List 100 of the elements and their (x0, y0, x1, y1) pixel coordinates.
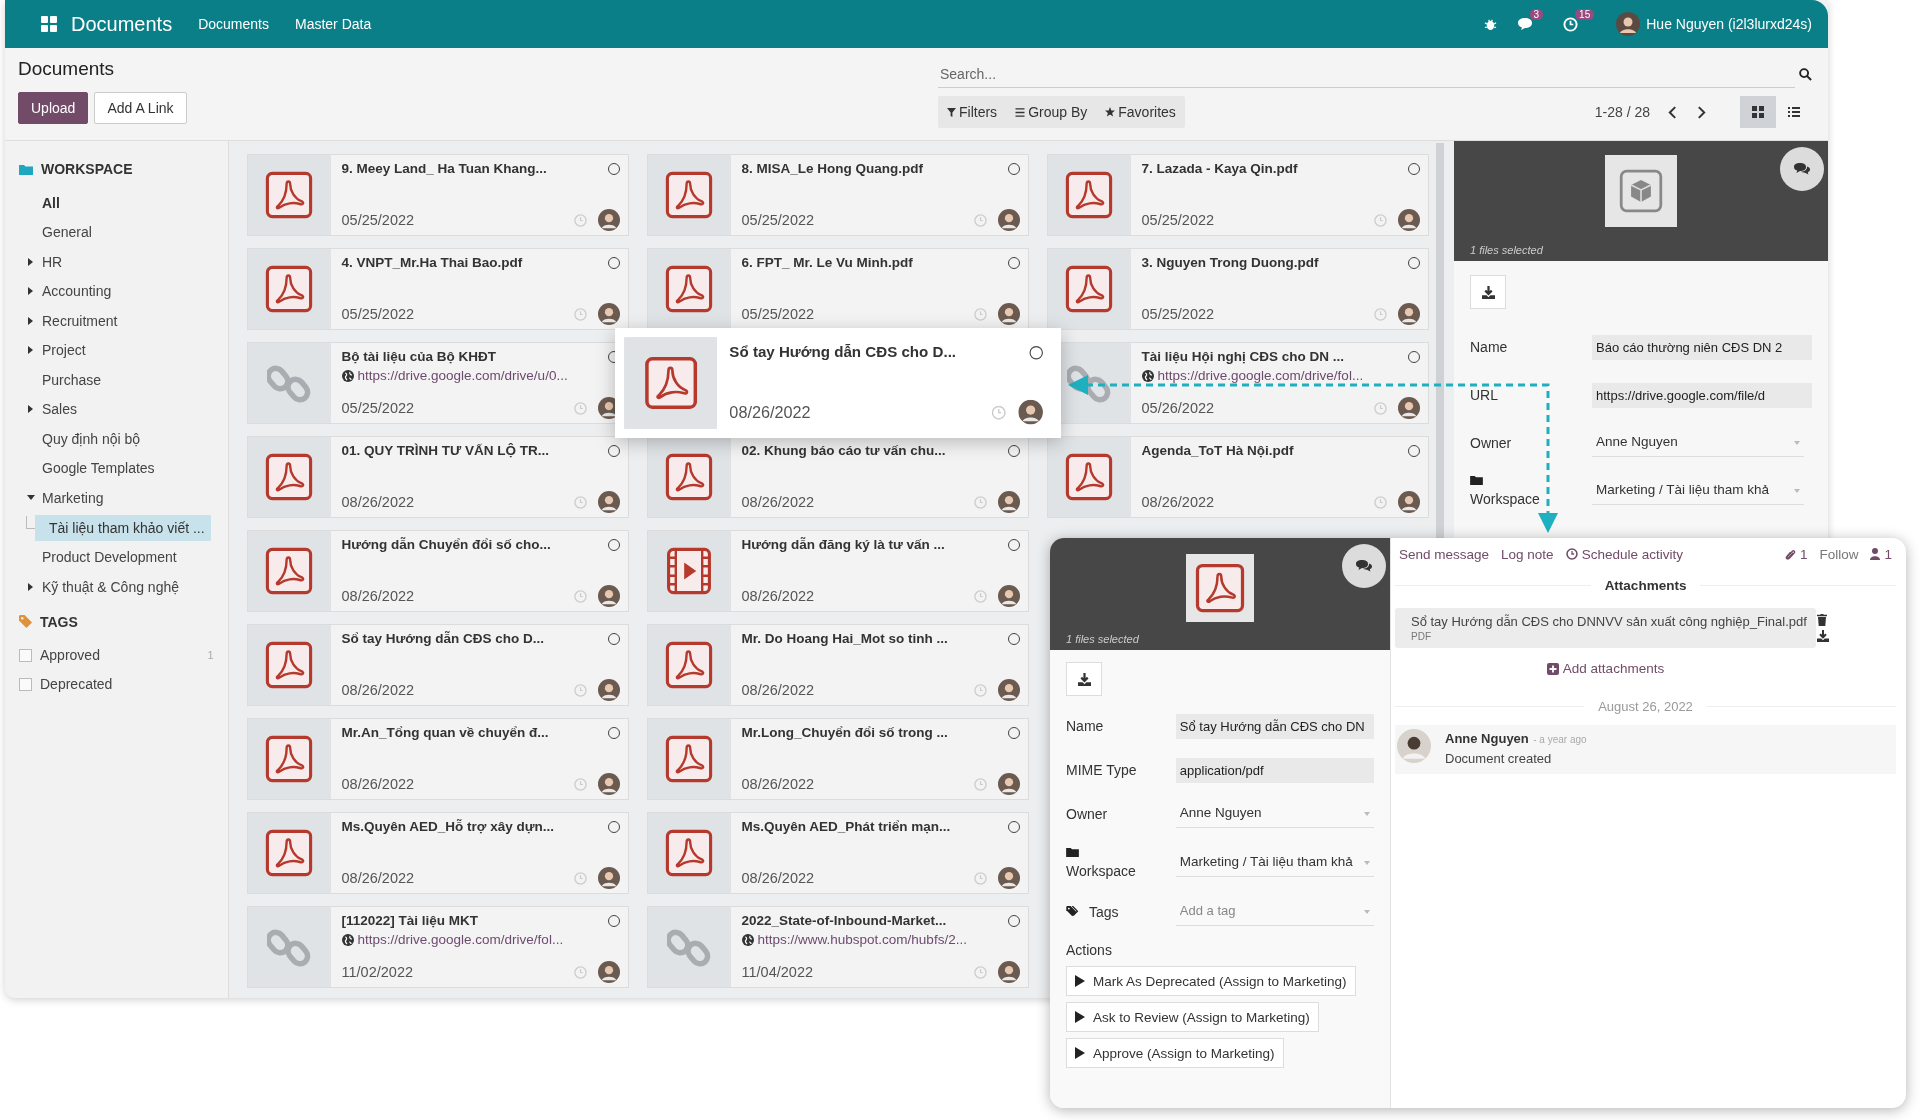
follow-button[interactable]: Follow (1819, 546, 1859, 562)
card-title: 9. Meey Land_ Ha Tuan Khang... (341, 161, 548, 176)
folder-item[interactable]: Project (42, 339, 86, 362)
kanban-view-button[interactable] (1740, 96, 1776, 128)
document-card[interactable]: Mr.Long_Chuyển đổi số trong ... 08/26/2022 (646, 718, 1029, 800)
action-button[interactable]: Ask to Review (Assign to Marketing) (1066, 1002, 1319, 1032)
card-preview-tooltip[interactable]: Sổ tay Hướng dẫn CĐS cho D... 08/26/2022 (614, 328, 1061, 438)
nav-menu-item[interactable]: Master Data (294, 16, 372, 32)
folder-item[interactable]: Quy định nội bộ (42, 427, 141, 450)
star-icon (1105, 107, 1116, 117)
select-field[interactable]: Marketing / Tài liệu tham khả (1592, 477, 1804, 505)
folder-item[interactable]: Marketing (42, 486, 104, 509)
document-card[interactable]: 2022_State-of-Inbound-Market... https://www.hubspot.com/hubfs/2... 11/04/2022 (646, 906, 1029, 988)
add-attachments-button[interactable]: Add attachments (1540, 660, 1671, 677)
document-card[interactable]: 8. MISA_Le Hong Quang.pdf 05/25/2022 (646, 154, 1029, 236)
send-message-button[interactable]: Send message (1399, 546, 1490, 562)
upload-button[interactable]: Upload (18, 92, 89, 124)
tags-field[interactable]: Add a tag (1175, 898, 1374, 926)
pdf-icon (1065, 169, 1114, 221)
document-card[interactable]: Agenda_ToT Hà Nội.pdf 08/26/2022 (1046, 436, 1429, 518)
next-icon[interactable] (1697, 105, 1706, 119)
chat-button[interactable] (1342, 544, 1386, 588)
document-card[interactable]: 3. Nguyen Trong Duong.pdf 05/25/2022 (1046, 248, 1429, 330)
add-link-button[interactable]: Add A Link (94, 92, 187, 124)
caret-icon[interactable] (28, 316, 33, 325)
chat-icon[interactable] (1516, 17, 1533, 31)
filter-icon (947, 107, 956, 117)
avatar-icon[interactable] (1616, 12, 1641, 36)
avatar-icon (997, 585, 1020, 607)
chat-button[interactable] (1780, 147, 1824, 191)
group-by-button[interactable]: Group By (1006, 96, 1097, 128)
document-card[interactable]: Mr. Do Hoang Hai_Mot so tinh ... 08/26/2022 (646, 624, 1029, 706)
tag-checkbox[interactable] (19, 677, 32, 691)
caret-icon[interactable] (28, 405, 33, 414)
document-card[interactable]: Ms.Quyên AED_Hỗ trợ xây dựn... 08/26/2022 (246, 812, 629, 894)
document-card[interactable]: 01. QUY TRÌNH TƯ VẤN LỘ TR... 08/26/2022 (246, 436, 629, 518)
url-link[interactable]: https://www.hubspot.com/hubfs/2... (757, 932, 967, 947)
caret-icon[interactable] (28, 257, 33, 266)
avatar-icon (597, 679, 620, 701)
document-card[interactable]: Mr.An_Tổng quan về chuyển đ... 08/26/2022 (246, 718, 629, 800)
caret-icon[interactable] (26, 495, 35, 501)
followers-button[interactable]: 1 (1870, 546, 1892, 562)
folder-item[interactable]: Sales (42, 398, 78, 421)
download-button[interactable] (1470, 275, 1506, 309)
folder-item[interactable]: Accounting (42, 280, 112, 303)
tag-label[interactable]: Deprecated (40, 676, 214, 692)
previous-icon[interactable] (1668, 105, 1677, 119)
nav-menu-item[interactable]: Documents (198, 16, 269, 32)
attachments-count-button[interactable]: 1 (1784, 546, 1808, 562)
select-field[interactable]: Marketing / Tài liệu tham khả (1175, 849, 1374, 877)
log-note-button[interactable]: Log note (1501, 546, 1554, 562)
folder-item[interactable]: Google Templates (42, 457, 155, 480)
caret-icon[interactable] (28, 346, 33, 355)
avatar-icon (597, 961, 620, 983)
folder-item[interactable]: HR (42, 250, 63, 273)
message-count-badge: 3 (1529, 9, 1544, 20)
folder-item[interactable]: All (42, 191, 60, 214)
download-button[interactable] (1066, 662, 1102, 696)
folder-item[interactable]: Product Development (42, 546, 177, 569)
folder-item[interactable]: Recruitment (42, 309, 118, 332)
search-field[interactable]: Search... (938, 60, 1795, 88)
document-card[interactable]: Ms.Quyên AED_Phát triển mạn... 08/26/2022 (646, 812, 1029, 894)
favorites-button[interactable]: Favorites (1096, 96, 1185, 128)
schedule-activity-button[interactable]: Schedule activity (1565, 546, 1683, 562)
search-icon[interactable] (1799, 67, 1812, 81)
folder-item[interactable]: Tài liệu tham khảo viết ... (35, 514, 211, 541)
url-link[interactable]: https://drive.google.com/drive/fol... (1157, 368, 1364, 383)
globe-icon (341, 369, 354, 382)
tag-checkbox[interactable] (19, 648, 32, 662)
document-card[interactable]: 4. VNPT_Mr.Ha Thai Bao.pdf 05/25/2022 (246, 248, 629, 330)
url-link[interactable]: https://drive.google.com/drive/fol... (357, 932, 564, 947)
document-card[interactable]: Hướng dẫn Chuyển đổi số cho... 08/26/2022 (246, 530, 629, 612)
avatar-icon (1397, 491, 1420, 513)
document-card[interactable]: 6. FPT_ Mr. Le Vu Minh.pdf 05/25/2022 (646, 248, 1029, 330)
trash-icon[interactable] (1816, 614, 1827, 626)
folder-item[interactable]: General (42, 221, 92, 244)
document-card[interactable]: [112022] Tài liệu MKT https://drive.google.com/drive/fol... 11/02/2022 (246, 906, 629, 988)
url-link[interactable]: https://drive.google.com/drive/u/0... (357, 368, 568, 383)
document-card[interactable]: 02. Khung báo cáo tư vấn chu... 08/26/2022 (646, 436, 1029, 518)
action-button[interactable]: Approve (Assign to Marketing) (1066, 1038, 1284, 1068)
card-title: 2022_State-of-Inbound-Market... (741, 913, 948, 928)
apps-menu-icon[interactable] (41, 16, 57, 32)
document-card[interactable]: Sổ tay Hướng dẫn CĐS cho D... 08/26/2022 (246, 624, 629, 706)
download-icon[interactable] (1816, 630, 1829, 642)
action-button[interactable]: Mark As Deprecated (Assign to Marketing) (1066, 966, 1356, 996)
tag-label[interactable]: Approved (40, 647, 208, 663)
folder-item[interactable]: Kỹ thuật & Công nghệ (42, 575, 179, 598)
document-card[interactable]: Hướng dẫn đăng ký là tư vấn ... 08/26/2022 (646, 530, 1029, 612)
caret-icon[interactable] (28, 582, 33, 591)
filters-button[interactable]: Filters (938, 96, 1007, 128)
caret-icon[interactable] (28, 287, 33, 296)
select-field[interactable]: Anne Nguyen (1175, 800, 1374, 828)
document-card[interactable]: 9. Meey Land_ Ha Tuan Khang... 05/25/2022 (246, 154, 629, 236)
app-name[interactable]: Documents (71, 12, 173, 36)
document-card[interactable]: 7. Lazada - Kaya Qin.pdf 05/25/2022 (1046, 154, 1429, 236)
user-name[interactable]: Hue Nguyen (i2l3lurxd24s) (1646, 16, 1812, 32)
bug-icon[interactable] (1483, 17, 1497, 31)
folder-item[interactable]: Purchase (42, 368, 102, 391)
card-title: [112022] Tài liệu MKT (341, 913, 480, 928)
select-field[interactable]: Anne Nguyen (1592, 429, 1804, 457)
